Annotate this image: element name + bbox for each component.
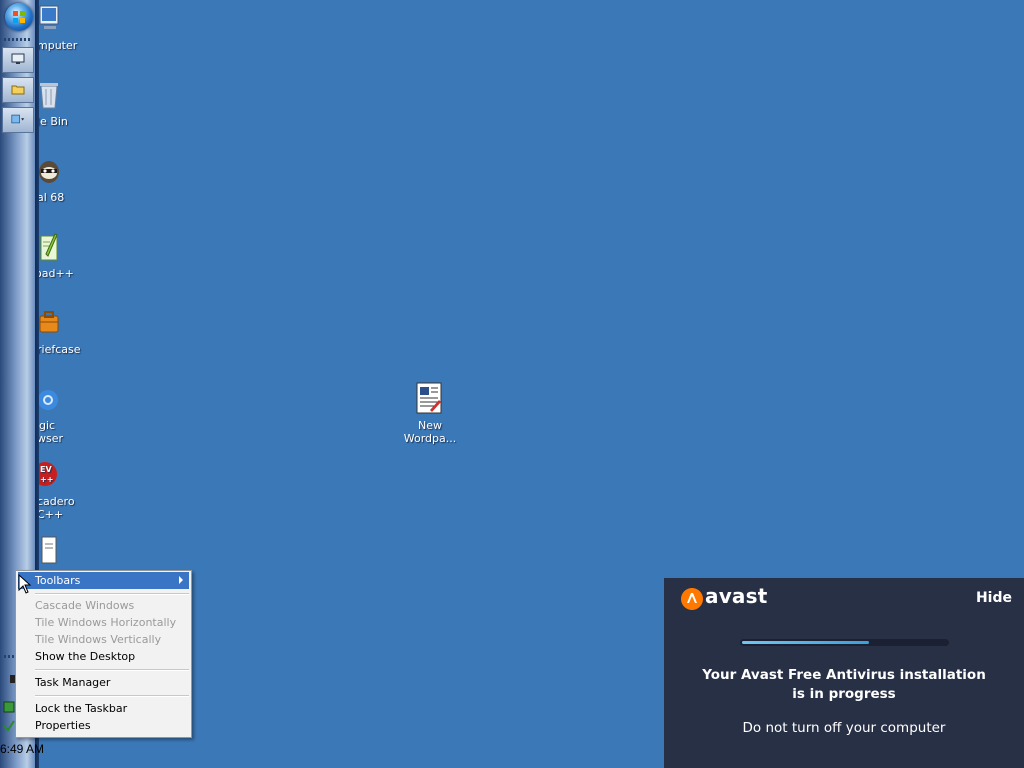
quick-launch-grip[interactable] (4, 38, 32, 41)
icon-label: mputer (37, 39, 78, 52)
menu-item-tile-vertically[interactable]: Tile Windows Vertically (18, 631, 189, 648)
menu-separator (35, 593, 189, 595)
start-button[interactable] (5, 3, 33, 31)
icon-label: C++ (37, 508, 64, 521)
web-icon (11, 114, 25, 124)
icon-label: gic (39, 419, 56, 432)
svg-text:EV: EV (40, 465, 52, 474)
tray-icon-checkmark[interactable] (3, 720, 15, 732)
icon-label: riefcase (37, 343, 81, 356)
icon-label: oad++ (35, 267, 74, 280)
hide-button[interactable]: Hide (976, 590, 1012, 606)
menu-item-tile-horizontally[interactable]: Tile Windows Horizontally (18, 614, 189, 631)
menu-item-toolbars[interactable]: Toolbars (18, 572, 189, 589)
icon-label: al 68 (37, 191, 65, 204)
menu-item-properties[interactable]: Properties (18, 717, 189, 734)
menu-item-show-desktop[interactable]: Show the Desktop (18, 648, 189, 665)
avast-logo-icon (681, 588, 703, 610)
install-message: Your Avast Free Antivirus installation i… (664, 666, 1024, 704)
folder-icon (11, 85, 25, 95)
taskbar-context-menu: Toolbars Cascade Windows Tile Windows Ho… (15, 570, 192, 738)
mouse-cursor-icon (18, 574, 32, 594)
icon-label: cadero (37, 495, 75, 508)
monitor-icon (11, 53, 25, 64)
menu-item-label: Toolbars (35, 574, 81, 587)
tray-icon-network[interactable] (3, 701, 15, 713)
menu-separator (35, 695, 189, 697)
submenu-arrow-icon (179, 576, 183, 584)
icon-label: Wordpa... (403, 432, 457, 445)
menu-item-cascade-windows[interactable]: Cascade Windows (18, 597, 189, 614)
avast-notification: avast Hide Your Avast Free Antivirus ins… (664, 578, 1024, 768)
quick-launch-show-desktop[interactable] (2, 47, 34, 73)
menu-separator (35, 669, 189, 671)
icon-label: wser (37, 432, 64, 445)
quick-launch-internet[interactable] (2, 107, 34, 133)
install-message-line1: Your Avast Free Antivirus installation (702, 667, 986, 683)
wordpad-document-icon (414, 382, 444, 414)
quick-launch-explorer[interactable] (2, 77, 34, 103)
taskbar-clock[interactable]: 6:49 AM (0, 742, 44, 756)
install-progress-bar (740, 639, 949, 646)
install-message-line2: is in progress (792, 686, 896, 702)
menu-item-task-manager[interactable]: Task Manager (18, 674, 189, 691)
avast-brand: avast (705, 584, 768, 608)
icon-label: New (418, 419, 442, 432)
icon-label: le Bin (37, 115, 68, 128)
install-warning: Do not turn off your computer (742, 720, 946, 736)
menu-item-lock-taskbar[interactable]: Lock the Taskbar (18, 700, 189, 717)
svg-text:++: ++ (40, 475, 53, 484)
install-progress-fill (742, 641, 870, 644)
